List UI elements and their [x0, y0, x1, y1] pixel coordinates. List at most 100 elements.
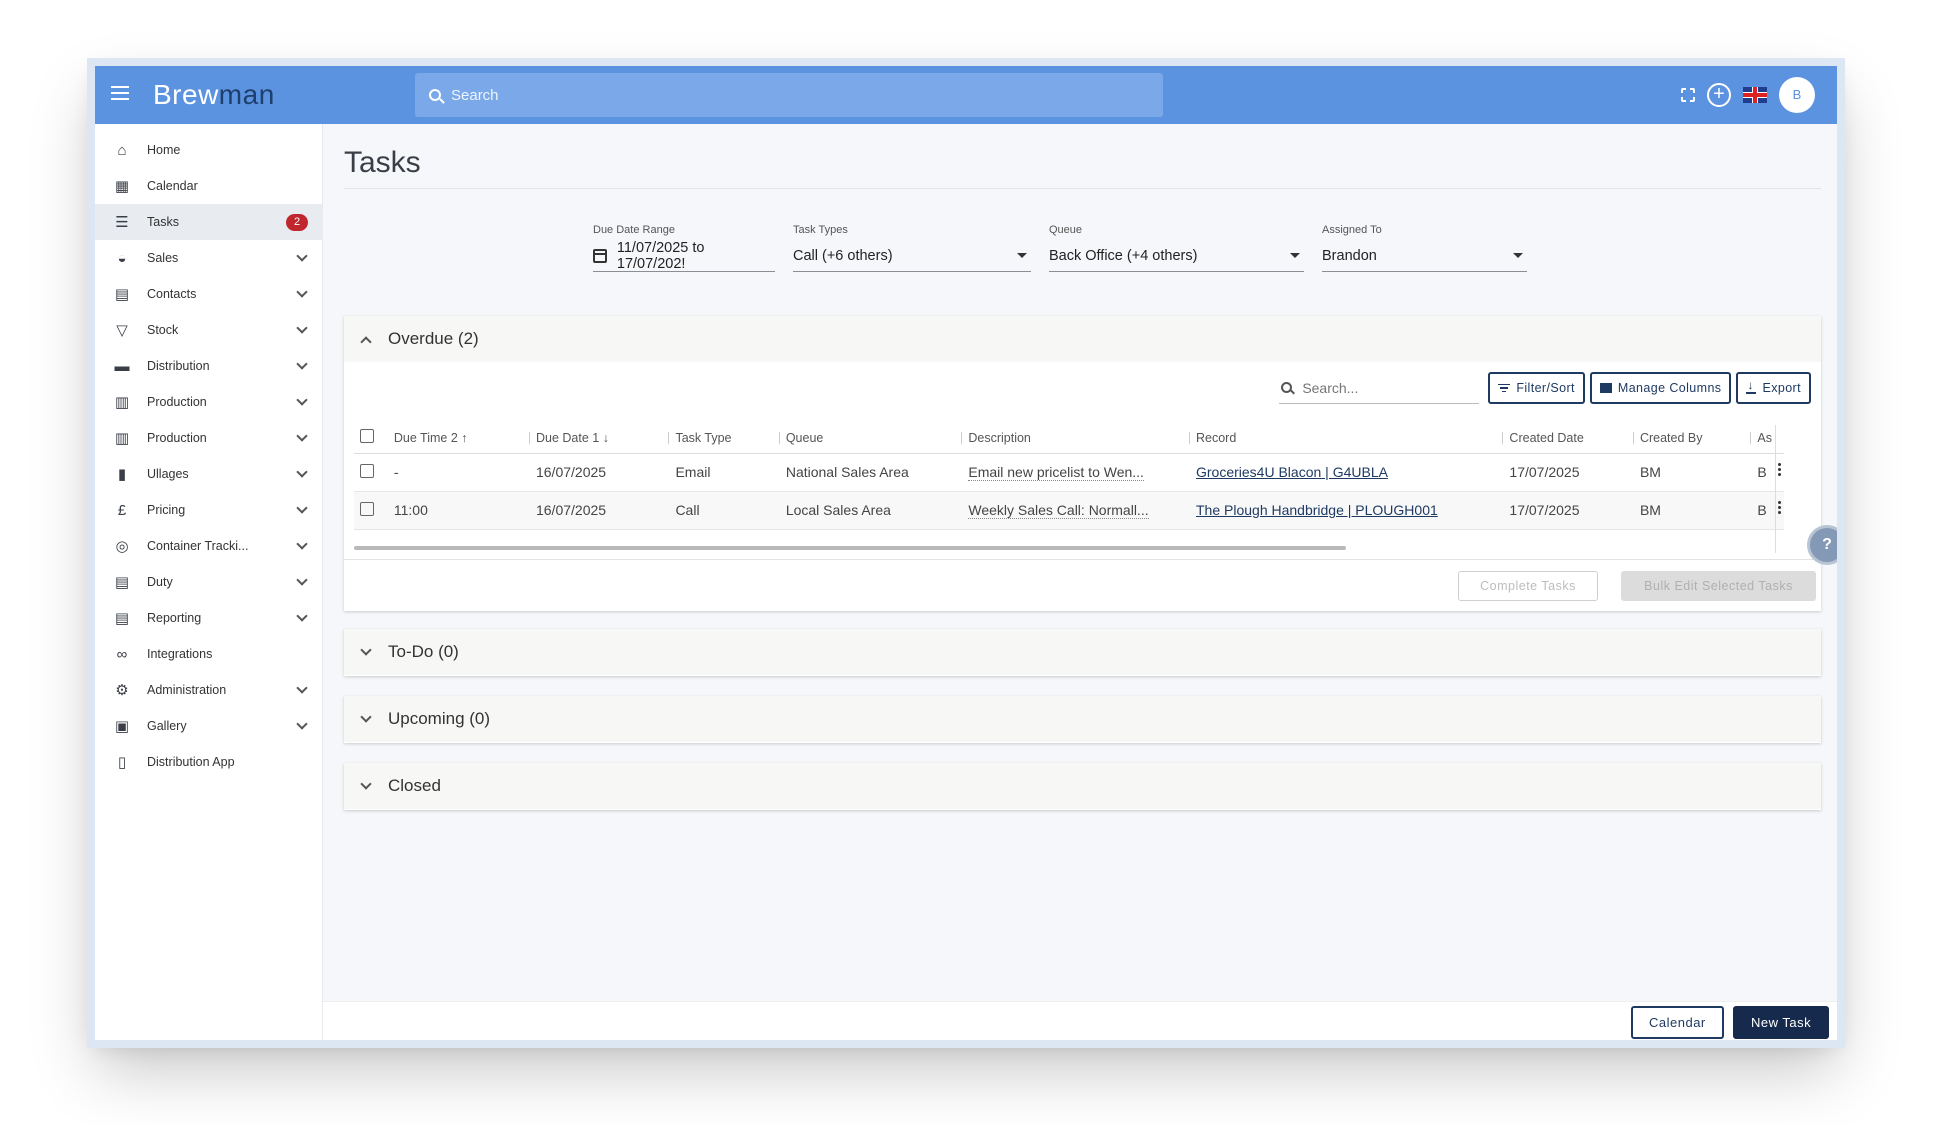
chevron-down-icon[interactable] — [296, 394, 308, 406]
record-link[interactable]: The Plough Handbridge | PLOUGH001 — [1196, 502, 1438, 518]
horizontal-scrollbar[interactable] — [354, 546, 1346, 550]
sidebar-item-stock[interactable]: ▽ Stock — [95, 312, 322, 348]
queue-select[interactable]: Back Office (+4 others) — [1049, 244, 1304, 272]
record-link[interactable]: Groceries4U Blacon | G4UBLA — [1196, 464, 1388, 480]
sidebar-item-production[interactable]: ▥ Production — [95, 384, 322, 420]
bottom-action-bar: Calendar New Task — [323, 1001, 1837, 1040]
sidebar-item-distribution-app[interactable]: ▯ Distribution App — [95, 744, 322, 780]
table-row[interactable]: - 16/07/2025 Email National Sales Area E… — [354, 453, 1784, 492]
hamburger-menu-icon[interactable] — [111, 86, 129, 100]
table-row[interactable]: 11:00 16/07/2025 Call Local Sales Area W… — [354, 491, 1784, 530]
calendar-button[interactable]: Calendar — [1631, 1006, 1724, 1039]
sidebar-item-label: Administration — [147, 683, 227, 697]
calendar-icon — [593, 248, 607, 263]
chevron-down-icon[interactable] — [296, 430, 308, 442]
sidebar-item-duty[interactable]: ▤ Duty — [95, 564, 322, 600]
table-search-input[interactable] — [1302, 379, 1463, 396]
chevron-down-icon[interactable] — [296, 322, 308, 334]
global-search[interactable] — [415, 73, 1163, 117]
add-circle-icon[interactable]: + — [1707, 83, 1731, 107]
column-header[interactable]: Created Date — [1503, 423, 1634, 454]
assigned-to-select[interactable]: Brandon — [1322, 244, 1527, 272]
upcoming-panel: Upcoming (0) — [344, 696, 1821, 743]
sidebar-item-administration[interactable]: ⚙ Administration — [95, 672, 322, 708]
select-all-checkbox[interactable] — [360, 429, 374, 444]
column-header[interactable]: Created By — [1633, 423, 1752, 454]
column-header[interactable]: Record — [1190, 423, 1504, 454]
column-header[interactable]: Due Date 1 ↓ — [529, 423, 670, 454]
created-by-cell: BM — [1633, 491, 1752, 530]
sidebar-item-tasks[interactable]: ☰ Tasks 2 — [95, 204, 322, 240]
assigned-to-value: Brandon — [1322, 247, 1377, 264]
due-date-range-label: Due Date Range — [593, 224, 675, 236]
sidebar-item-ullages[interactable]: ▮ Ullages — [95, 456, 322, 492]
sidebar-item-pricing[interactable]: £ Pricing — [95, 492, 322, 528]
sidebar-item-integrations[interactable]: ∞ Integrations — [95, 636, 322, 672]
row-checkbox[interactable] — [360, 501, 374, 516]
chevron-down-icon[interactable] — [296, 286, 308, 298]
bulk-edit-button[interactable]: Bulk Edit Selected Tasks — [1621, 571, 1816, 601]
more-options-icon[interactable] — [1777, 501, 1782, 516]
column-header[interactable]: As — [1751, 423, 1772, 454]
column-header[interactable]: Queue — [779, 423, 963, 454]
sidebar-item-production[interactable]: ▥ Production — [95, 420, 322, 456]
chevron-down-icon[interactable] — [296, 574, 308, 586]
sidebar-item-contacts[interactable]: ▤ Contacts — [95, 276, 322, 312]
sidebar-item-sales[interactable]: ◒ Sales — [95, 240, 322, 276]
export-button[interactable]: Export — [1736, 372, 1811, 404]
column-header[interactable]: Due Time 2 ↑ — [387, 423, 530, 454]
sidebar-item-distribution[interactable]: ▬ Distribution — [95, 348, 322, 384]
brand-logo[interactable]: Brewman — [153, 79, 275, 111]
row-checkbox[interactable] — [360, 463, 374, 478]
sidebar-item-calendar[interactable]: ▦ Calendar — [95, 168, 322, 204]
chevron-down-icon[interactable] — [296, 682, 308, 694]
contact-card-icon: ▤ — [114, 286, 130, 303]
table-header-row: Due Time 2 ↑ Due Date 1 ↓ Task Type Queu… — [354, 423, 1784, 454]
chevron-down-icon[interactable] — [296, 466, 308, 478]
created-date-cell: 17/07/2025 — [1503, 453, 1634, 492]
user-avatar[interactable]: B — [1779, 77, 1815, 113]
overdue-header[interactable]: Overdue (2) — [344, 316, 1821, 362]
chevron-down-icon[interactable] — [296, 610, 308, 622]
table-search[interactable] — [1279, 372, 1480, 404]
sidebar-item-container-tracki[interactable]: ◎ Container Tracki... — [95, 528, 322, 564]
sidebar-item-home[interactable]: ⌂ Home — [95, 132, 322, 168]
manage-columns-button[interactable]: Manage Columns — [1589, 372, 1732, 404]
sidebar-item-label: Duty — [147, 575, 173, 589]
tasks-table: Due Time 2 ↑ Due Date 1 ↓ Task Type Queu… — [354, 423, 1784, 530]
actions-header — [1771, 423, 1784, 454]
bucket-icon: ▥ — [114, 430, 130, 447]
fullscreen-icon[interactable] — [1680, 87, 1696, 103]
chevron-down-icon[interactable] — [296, 538, 308, 550]
dropdown-arrow-icon — [1290, 253, 1300, 258]
link-icon: ∞ — [116, 645, 128, 663]
sticky-column-divider — [1775, 425, 1776, 553]
column-header[interactable]: Description — [962, 423, 1190, 454]
sidebar-item-gallery[interactable]: ▣ Gallery — [95, 708, 322, 744]
todo-header[interactable]: To-Do (0) — [344, 629, 1821, 675]
sidebar-item-label: Ullages — [147, 467, 189, 481]
tasks-count-badge: 2 — [286, 214, 308, 231]
sidebar-item-reporting[interactable]: ▤ Reporting — [95, 600, 322, 636]
chevron-down-icon[interactable] — [296, 358, 308, 370]
closed-header[interactable]: Closed — [344, 763, 1821, 809]
upcoming-header[interactable]: Upcoming (0) — [344, 696, 1821, 742]
column-header[interactable]: Task Type — [669, 423, 780, 454]
due-date-cell: 16/07/2025 — [529, 453, 670, 492]
sidebar-item-label: Contacts — [147, 287, 197, 301]
task-types-select[interactable]: Call (+6 others) — [793, 244, 1031, 272]
global-search-input[interactable] — [451, 86, 1112, 104]
help-icon[interactable]: ? — [1810, 528, 1837, 562]
sidebar-item-label: Calendar — [147, 179, 198, 193]
new-task-button[interactable]: New Task — [1733, 1006, 1830, 1039]
filter-sort-button[interactable]: Filter/Sort — [1488, 372, 1585, 404]
uk-flag-icon[interactable] — [1743, 87, 1767, 103]
chevron-down-icon[interactable] — [296, 502, 308, 514]
chevron-down-icon[interactable] — [296, 718, 308, 730]
chevron-down-icon[interactable] — [296, 250, 308, 262]
complete-tasks-button[interactable]: Complete Tasks — [1458, 571, 1598, 601]
more-options-icon[interactable] — [1777, 463, 1782, 478]
due-date-range-field[interactable]: 11/07/2025 to 17/07/202! — [593, 240, 775, 272]
bucket-icon: ▥ — [114, 394, 130, 411]
created-by-cell: BM — [1633, 453, 1752, 492]
